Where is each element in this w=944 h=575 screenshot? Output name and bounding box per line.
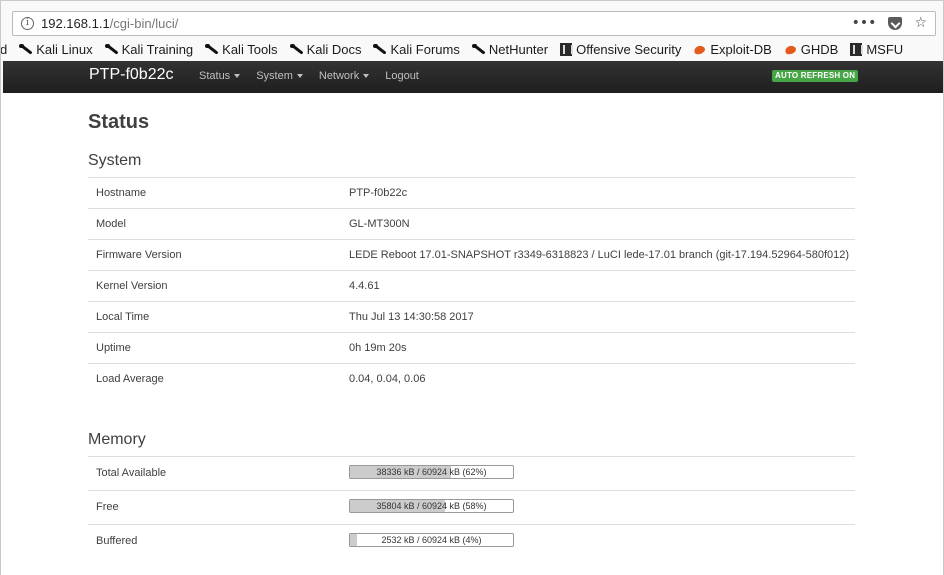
bookmark-label: Kali Linux: [36, 42, 93, 57]
table-row: Local Time Thu Jul 13 14:30:58 2017: [88, 301, 855, 332]
kali-dragon-icon: [19, 43, 32, 56]
url-path: /cgi-bin/luci/: [109, 16, 179, 31]
row-label: Load Average: [96, 373, 164, 385]
table-row: Load Average 0.04, 0.04, 0.06: [88, 363, 855, 394]
bookmark-msfu[interactable]: MSFU: [850, 42, 903, 57]
more-actions-icon[interactable]: •••: [852, 15, 877, 32]
row-value: LEDE Reboot 17.01-SNAPSHOT r3349-6318823…: [349, 249, 850, 261]
bookmark-cut-item[interactable]: d: [1, 42, 7, 57]
kali-dragon-icon: [471, 43, 485, 56]
table-row: Total Available 38336 kB / 60924 kB (62%…: [88, 456, 855, 490]
bookmark-exploit-db[interactable]: Exploit-DB: [693, 42, 771, 57]
kali-dragon-icon: [104, 43, 118, 56]
row-label: Model: [96, 218, 126, 230]
caret-down-icon: [234, 74, 241, 79]
kali-dragon-icon: [205, 43, 218, 56]
menu-status[interactable]: Status: [199, 70, 241, 82]
row-label: Kernel Version: [96, 280, 168, 292]
bookmark-kali-forums[interactable]: Kali Forums: [373, 42, 460, 57]
bookmark-label: NetHunter: [488, 42, 549, 57]
bookmark-label: Kali Docs: [306, 42, 362, 57]
bookmark-kali-training[interactable]: Kali Training: [104, 42, 194, 57]
brand-hostname[interactable]: PTP-f0b22c: [89, 66, 173, 84]
bookmark-nethunter[interactable]: NetHunter: [471, 42, 549, 57]
bookmark-kali-docs[interactable]: Kali Docs: [289, 42, 362, 57]
row-label: Local Time: [96, 311, 150, 323]
bookmark-label: Kali Forums: [390, 42, 460, 57]
row-value: 4.4.61: [349, 280, 380, 292]
exploitdb-flame-icon: [784, 43, 797, 56]
system-table: Hostname PTP-f0b22c Model GL-MT300N Firmwa…: [88, 177, 855, 394]
luci-header: PTP-f0b22c Status System Network Logout …: [3, 61, 943, 93]
table-row: Model GL-MT300N: [88, 208, 855, 239]
row-label: Total Available: [96, 467, 167, 479]
bookmark-label: Kali Training: [121, 42, 194, 57]
row-label: Free: [96, 501, 119, 513]
bookmark-kali-linux[interactable]: Kali Linux: [19, 42, 93, 57]
table-row: Hostname PTP-f0b22c: [88, 177, 855, 208]
bookmark-kali-tools[interactable]: Kali Tools: [205, 42, 278, 57]
memory-table: Total Available 38336 kB / 60924 kB (62%…: [88, 456, 855, 558]
bookmark-label: Offensive Security: [576, 42, 682, 57]
memory-heading: Memory: [88, 431, 146, 448]
row-value: 0.04, 0.04, 0.06: [349, 373, 426, 385]
memory-progress-bar: 2532 kB / 60924 kB (4%): [349, 533, 514, 547]
pocket-icon[interactable]: [888, 17, 903, 30]
bookmark-star-icon[interactable]: ☆: [914, 15, 927, 32]
progress-text: 35804 kB / 60924 kB (58%): [376, 501, 487, 511]
url-host: 192.168.1.1: [41, 16, 110, 31]
bookmark-label: Exploit-DB: [710, 42, 772, 57]
offsec-icon: [560, 43, 574, 56]
row-value: GL-MT300N: [349, 218, 410, 230]
page-title: Status: [88, 111, 150, 133]
main-content: Status System Hostname PTP-f0b22c Model GL…: [1, 93, 943, 575]
row-label: Hostname: [96, 187, 147, 199]
menu-label: Status: [199, 70, 231, 82]
row-value: Thu Jul 13 14:30:58 2017: [349, 311, 474, 323]
row-label: Uptime: [96, 342, 131, 354]
table-row: Buffered 2532 kB / 60924 kB (4%): [88, 524, 855, 558]
menu-label: Network: [318, 70, 360, 82]
auto-refresh-badge[interactable]: AUTO REFRESH ON: [772, 70, 859, 82]
info-icon[interactable]: i: [21, 17, 34, 30]
caret-down-icon: [363, 74, 370, 79]
page-actions: ••• ☆: [852, 15, 927, 32]
progress-text: 38336 kB / 60924 kB (62%): [376, 467, 487, 477]
menu-network[interactable]: Network: [318, 70, 370, 82]
main-menu: Status System Network Logout: [199, 70, 419, 82]
bookmark-label: Kali Tools: [222, 42, 278, 57]
bookmark-offensive-security[interactable]: Offensive Security: [560, 42, 681, 57]
url-text[interactable]: 192.168.1.1/cgi-bin/luci/: [41, 16, 178, 31]
table-row: Firmware Version LEDE Reboot 17.01-SNAPSH…: [88, 239, 855, 270]
memory-progress-bar: 38336 kB / 60924 kB (62%): [349, 465, 514, 479]
system-heading: System: [88, 152, 142, 169]
msfu-icon: [850, 43, 864, 56]
row-label: Buffered: [96, 535, 138, 547]
exploitdb-flame-icon: [693, 43, 706, 56]
address-bar[interactable]: i 192.168.1.1/cgi-bin/luci/ ••• ☆: [12, 11, 936, 36]
bookmark-ghdb[interactable]: GHDB: [784, 42, 839, 57]
row-value: PTP-f0b22c: [349, 187, 408, 199]
table-row: Free 35804 kB / 60924 kB (58%): [88, 490, 855, 524]
menu-logout[interactable]: Logout: [385, 70, 419, 82]
row-label: Firmware Version: [96, 249, 182, 261]
table-row: Kernel Version 4.4.61: [88, 270, 855, 301]
bookmarks-toolbar: d Kali Linux Kali Training Kali Tools Ka…: [1, 39, 943, 60]
bookmark-label: MSFU: [866, 42, 904, 57]
row-value: 0h 19m 20s: [349, 342, 407, 354]
memory-progress-bar: 35804 kB / 60924 kB (58%): [349, 499, 514, 513]
progress-text: 2532 kB / 60924 kB (4%): [381, 535, 482, 545]
table-row: Uptime 0h 19m 20s: [88, 332, 855, 363]
menu-system[interactable]: System: [256, 70, 303, 82]
caret-down-icon: [296, 74, 303, 79]
kali-dragon-icon: [373, 43, 386, 56]
kali-dragon-icon: [289, 43, 303, 56]
browser-toolbar: i 192.168.1.1/cgi-bin/luci/ ••• ☆: [1, 1, 943, 39]
menu-label: System: [256, 70, 293, 82]
bookmark-label: GHDB: [800, 42, 839, 57]
